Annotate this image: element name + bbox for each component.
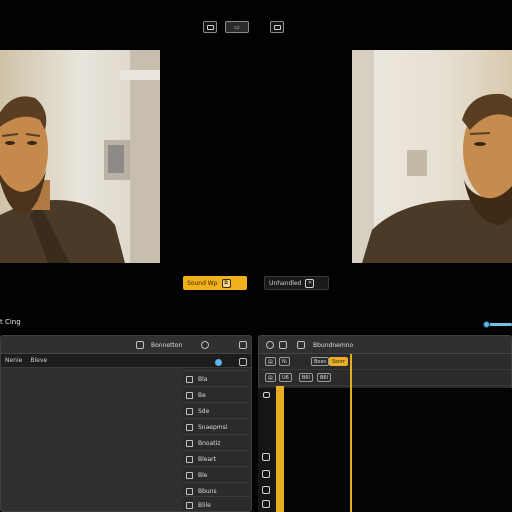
tool-n[interactable]: N: — [279, 357, 291, 366]
tab-nenie[interactable]: Nenie — [5, 357, 22, 364]
toolbar-left-button[interactable] — [203, 21, 217, 33]
timeline-area — [276, 388, 512, 512]
close-icon: ✕ — [305, 278, 315, 288]
track-icon[interactable] — [262, 470, 270, 478]
tab-bleve[interactable]: Bleve — [30, 357, 47, 364]
tool-ssnrr[interactable]: Ssnrr — [329, 357, 348, 366]
tool-b6l-2[interactable]: B6l — [317, 373, 332, 382]
toolbar-center-button[interactable]: ▭ — [225, 21, 249, 33]
timeline-toolbar-2: ▤ U6 B6l B6l — [259, 370, 511, 386]
comment-icon[interactable] — [279, 341, 287, 349]
square-icon — [273, 24, 281, 30]
zoom-slider[interactable] — [483, 321, 512, 328]
side-item-label: Snaepmsi — [198, 424, 228, 431]
right-preview-button[interactable]: Unhandled ✕ — [264, 276, 329, 290]
panel-options-icon[interactable] — [201, 341, 209, 349]
toolbar-right-button[interactable] — [270, 21, 284, 33]
side-item-9[interactable]: Blile — [182, 496, 250, 512]
right-preview-label: Unhandled — [269, 279, 302, 287]
side-item-label: Bla — [198, 376, 208, 383]
item-icon — [186, 472, 193, 479]
item-icon — [186, 408, 193, 415]
item-icon — [186, 456, 193, 463]
left-preview-label: Sound Wp — [187, 279, 218, 287]
panel-header: Bonnetton — [1, 336, 251, 354]
item-icon — [186, 488, 193, 495]
side-item-label: Ble — [198, 472, 208, 479]
panel-close-icon[interactable] — [239, 341, 247, 349]
tool-icon[interactable]: ▤ — [265, 373, 276, 382]
home-icon[interactable] — [266, 341, 274, 349]
copy-icon: ⧉ — [221, 278, 231, 288]
collapse-icon[interactable] — [239, 358, 247, 366]
track-lock-icon[interactable] — [263, 392, 270, 398]
square-icon — [206, 24, 214, 30]
track-icon[interactable] — [262, 453, 270, 461]
panel-title: Bbundnemno — [313, 342, 354, 349]
item-icon — [186, 424, 193, 431]
side-item-label: Sde — [198, 408, 210, 415]
section-label: t Cing — [0, 318, 21, 326]
left-preview-button[interactable]: Sound Wp ⧉ — [183, 276, 247, 290]
item-icon — [186, 502, 193, 509]
side-item-label: Blile — [198, 502, 211, 509]
right-camera-preview — [352, 50, 512, 263]
track-icon[interactable] — [262, 486, 270, 494]
panel-tabbar: Nenie Bleve — [1, 354, 251, 368]
status-dot — [215, 359, 222, 366]
left-camera-preview — [0, 50, 160, 263]
side-item-label: Be — [198, 392, 206, 399]
item-icon — [186, 392, 193, 399]
panel-menu-icon[interactable] — [136, 341, 144, 349]
toolbar-center-label: ▭ — [234, 23, 240, 31]
side-item-label: Bbuns — [198, 488, 217, 495]
panel-title: Bonnetton — [151, 342, 183, 349]
tool-icon[interactable]: ▤ — [265, 357, 276, 366]
side-item-label: Bleart — [198, 456, 216, 463]
item-icon — [186, 376, 193, 383]
clip-bar[interactable] — [276, 386, 284, 512]
panel-header: Bbundnemno — [259, 336, 511, 354]
playhead[interactable] — [350, 354, 352, 512]
tool-boxn[interactable]: Boxn — [311, 357, 330, 366]
tool-b6l[interactable]: B6l — [299, 373, 314, 382]
side-item-label: Bnoatiz — [198, 440, 221, 447]
tool-u6[interactable]: U6 — [279, 373, 292, 382]
media-list — [1, 368, 181, 511]
item-icon — [186, 440, 193, 447]
menu-icon[interactable] — [297, 341, 305, 349]
track-icon[interactable] — [262, 500, 270, 508]
slider-knob[interactable] — [483, 321, 490, 328]
timeline-toolbar-1: ▤ N: Boxn Ssnrr — [259, 354, 511, 370]
